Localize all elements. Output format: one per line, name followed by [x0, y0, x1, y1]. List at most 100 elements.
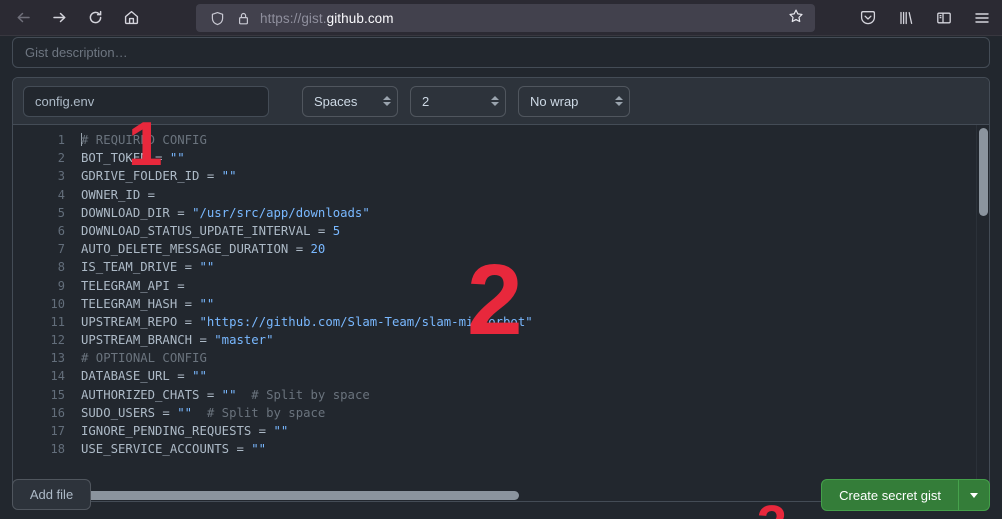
url-text[interactable]: https://gist.github.com	[260, 11, 783, 26]
line-number: 11	[50, 314, 65, 329]
line-number: 10	[50, 296, 65, 311]
indent-mode-select[interactable]: Spaces	[302, 85, 398, 117]
code-line: 16 SUDO_USERS = "" # Split by space	[13, 404, 989, 422]
forward-button[interactable]	[43, 3, 75, 33]
code-text: TELEGRAM_HASH = ""	[65, 295, 214, 313]
vertical-scrollbar-thumb[interactable]	[979, 128, 988, 216]
indent-mode-value: Spaces	[314, 93, 358, 109]
code-text: OWNER_ID =	[65, 186, 155, 204]
code-token: UPSTREAM_REPO =	[81, 314, 200, 329]
url-host: github.com	[326, 10, 394, 26]
indent-size-value: 2	[422, 93, 430, 109]
horizontal-scrollbar-thumb[interactable]	[79, 491, 519, 500]
line-number: 15	[50, 387, 65, 402]
reload-button[interactable]	[79, 3, 111, 33]
code-token: 20	[310, 242, 326, 257]
pocket-icon	[859, 9, 877, 27]
line-number: 12	[50, 333, 65, 348]
back-button[interactable]	[7, 3, 39, 33]
code-line: 18 USE_SERVICE_ACCOUNTS = ""	[13, 440, 989, 458]
code-text: SUDO_USERS = "" # Split by space	[65, 404, 325, 422]
hamburger-menu-icon	[973, 9, 991, 27]
arrow-right-icon	[51, 9, 68, 26]
shield-icon[interactable]	[204, 5, 230, 31]
line-number: 3	[57, 169, 65, 184]
code-text: IGNORE_PENDING_REQUESTS = ""	[65, 422, 288, 440]
code-token: OWNER_ID =	[81, 187, 156, 202]
line-number: 18	[50, 442, 65, 457]
chevron-down-icon	[970, 492, 978, 498]
code-token: ""	[192, 369, 207, 384]
code-token: ""	[169, 151, 185, 166]
sidebar-icon	[935, 9, 953, 27]
indent-size-select[interactable]: 2	[410, 85, 506, 117]
code-text: DOWNLOAD_DIR = "/usr/src/app/downloads"	[65, 204, 370, 222]
line-number: 9	[57, 278, 65, 293]
code-token: TELEGRAM_HASH =	[81, 296, 200, 311]
code-token: 5	[332, 223, 341, 238]
wrap-mode-select[interactable]: No wrap	[518, 85, 630, 117]
star-icon	[788, 8, 804, 29]
code-token: IS_TEAM_DRIVE =	[81, 260, 200, 275]
select-arrows-icon	[481, 96, 499, 106]
code-text: IS_TEAM_DRIVE = ""	[65, 258, 214, 276]
add-file-label: Add file	[29, 487, 74, 502]
app-menu-button[interactable]	[966, 3, 998, 33]
code-line: 15 AUTHORIZED_CHATS = "" # Split by space	[13, 386, 989, 404]
code-text: AUTO_DELETE_MESSAGE_DURATION = 20	[65, 240, 325, 258]
code-token: DOWNLOAD_DIR =	[81, 205, 193, 220]
code-line: 6 DOWNLOAD_STATUS_UPDATE_INTERVAL = 5	[13, 222, 989, 240]
annotation-3: 3	[757, 498, 787, 519]
line-number: 7	[57, 242, 65, 257]
create-secret-gist-label: Create secret gist	[839, 487, 941, 503]
pocket-button[interactable]	[852, 3, 884, 33]
code-token: ""	[177, 405, 193, 420]
bookmark-button[interactable]	[783, 5, 809, 31]
sidebar-button[interactable]	[928, 3, 960, 33]
select-arrows-icon	[373, 96, 391, 106]
code-line: 4 OWNER_ID =	[13, 186, 989, 204]
annotation-2: 2	[467, 244, 523, 356]
line-number: 1	[57, 133, 65, 147]
line-number: 17	[50, 424, 65, 438]
wrap-mode-value: No wrap	[530, 93, 579, 109]
line-number: 2	[57, 151, 65, 166]
home-icon	[123, 9, 140, 26]
line-number: 14	[50, 369, 65, 384]
create-gist-dropdown-button[interactable]	[959, 480, 989, 510]
code-token: ""	[199, 296, 215, 311]
line-number: 6	[57, 223, 65, 238]
library-icon	[897, 9, 915, 27]
add-file-button[interactable]: Add file	[12, 479, 91, 510]
select-arrows-icon	[605, 96, 623, 106]
library-button[interactable]	[890, 3, 922, 33]
editor-options: Spaces 2 No wrap	[302, 85, 642, 117]
code-line: 14 DATABASE_URL = ""	[13, 367, 989, 385]
code-token: ""	[251, 442, 267, 457]
code-token: IGNORE_PENDING_REQUESTS =	[81, 424, 274, 438]
home-button[interactable]	[115, 3, 147, 33]
line-number: 4	[57, 187, 65, 202]
code-text: AUTHORIZED_CHATS = "" # Split by space	[65, 386, 370, 404]
code-text: UPSTREAM_REPO = "https://github.com/Slam…	[65, 313, 533, 331]
create-secret-gist-button[interactable]: Create secret gist	[822, 480, 959, 510]
url-bar[interactable]: https://gist.github.com	[196, 4, 815, 32]
lock-icon[interactable]	[230, 5, 256, 31]
code-token: ""	[221, 169, 237, 184]
gist-new-page: Gist description… Spaces 2 No wrap	[0, 36, 1002, 519]
code-token: ""	[221, 387, 237, 402]
code-line: 5 DOWNLOAD_DIR = "/usr/src/app/downloads"	[13, 204, 989, 222]
code-token: "/usr/src/app/downloads"	[192, 205, 370, 220]
arrow-left-icon	[15, 9, 32, 26]
gist-description-field[interactable]: Gist description…	[12, 37, 990, 68]
code-token: # Split by space	[192, 405, 326, 420]
code-text: UPSTREAM_BRANCH = "master"	[65, 331, 274, 349]
code-token: TELEGRAM_API =	[81, 278, 185, 293]
code-token: SUDO_USERS =	[81, 405, 178, 420]
code-token: AUTO_DELETE_MESSAGE_DURATION =	[81, 242, 311, 257]
line-number: 8	[57, 260, 65, 275]
vertical-scrollbar[interactable]	[976, 125, 989, 501]
annotation-1: 1	[128, 110, 163, 179]
browser-toolbar: https://gist.github.com	[0, 0, 1002, 36]
toolbar-actions	[846, 3, 998, 33]
